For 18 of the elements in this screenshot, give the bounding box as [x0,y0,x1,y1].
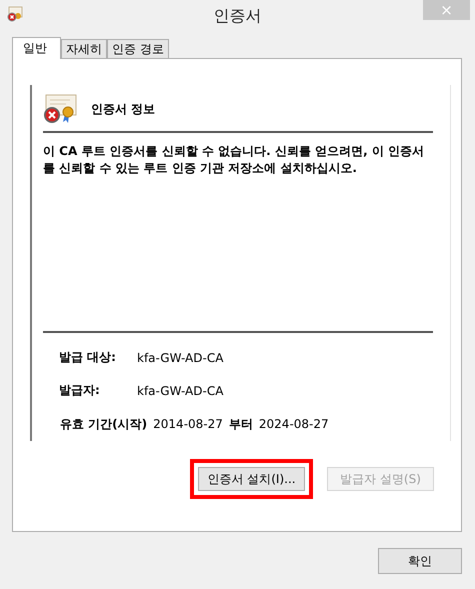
ok-button[interactable]: 확인 [378,548,462,574]
certificate-error-icon [7,6,23,22]
trust-message: 이 CA 루트 인증서를 신뢰할 수 없습니다. 신뢰를 얻으려면, 이 인증서를 신뢰할 수 있는 루트 인증 기관 저장소에 설치하십시오. [43,143,425,177]
window-title: 인증서 [212,6,262,27]
field-label: 발급 대상: [59,349,117,366]
field-value: kfa-GW-AD-CA [137,384,224,398]
field-value: kfa-GW-AD-CA [137,350,224,365]
date-value: 2014-08-27 [153,417,223,432]
date-value: 2024-08-27 [258,417,329,432]
action-button[interactable]: 인증서 설치(I)... [198,467,305,491]
section-heading: 인증서 정보 [91,100,156,118]
tab[interactable]: 자세히 [61,39,107,58]
field-label: 부터 [228,416,253,433]
tab[interactable]: 인증 경로 [107,39,169,58]
tab[interactable]: 일반 [12,37,61,59]
certificate-error-icon [43,94,77,124]
field-label: 발급자: [59,382,101,400]
field-label: 유효 기간(시작) [60,416,148,433]
